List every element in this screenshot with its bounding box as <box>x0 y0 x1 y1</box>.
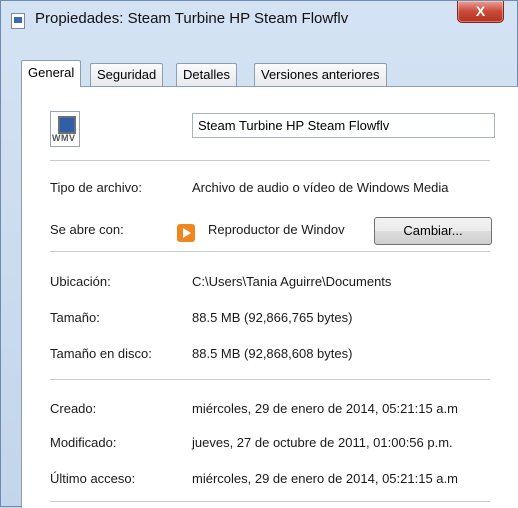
opens-with-value: Reproductor de Windov <box>208 222 345 237</box>
wmv-icon-label: WMV <box>52 133 76 143</box>
properties-window: Propiedades: Steam Turbine HP Steam Flow… <box>0 0 518 508</box>
accessed-label: Último acceso: <box>50 471 136 486</box>
media-player-icon <box>177 224 195 242</box>
general-tab-panel: WMV Steam Turbine HP Steam Flowflv Tipo … <box>21 86 518 508</box>
location-value: C:\Users\Tania Aguirre\Documents <box>192 274 392 289</box>
size-label: Tamaño: <box>50 310 100 325</box>
wmv-file-icon: WMV <box>50 111 80 147</box>
tab-versiones-anteriores[interactable]: Versiones anteriores <box>254 63 387 86</box>
accessed-value: miércoles, 29 de enero de 2014, 05:21:15… <box>192 471 458 486</box>
change-button[interactable]: Cambiar... <box>374 217 492 245</box>
size-on-disk-value: 88.5 MB (92,868,608 bytes) <box>192 346 353 361</box>
created-value: miércoles, 29 de enero de 2014, 05:21:15… <box>192 401 458 416</box>
size-value: 88.5 MB (92,866,765 bytes) <box>192 310 353 325</box>
opens-with-label: Se abre con: <box>50 222 124 237</box>
modified-value: jueves, 27 de octubre de 2011, 01:00:56 … <box>192 435 453 450</box>
location-label: Ubicación: <box>50 274 111 289</box>
created-label: Creado: <box>50 401 97 416</box>
size-on-disk-label: Tamaño en disco: <box>50 346 152 361</box>
tab-seguridad[interactable]: Seguridad <box>90 63 164 86</box>
tab-detalles[interactable]: Detalles <box>176 63 237 86</box>
file-properties-icon <box>11 13 25 29</box>
file-type-value: Archivo de audio o vídeo de Windows Medi… <box>192 180 449 195</box>
title-bar[interactable]: Propiedades: Steam Turbine HP Steam Flow… <box>1 1 518 37</box>
separator <box>50 160 490 161</box>
file-type-label: Tipo de archivo: <box>50 180 143 195</box>
close-button[interactable]: X <box>457 1 504 23</box>
separator <box>50 379 490 380</box>
separator <box>50 501 490 502</box>
modified-label: Modificado: <box>50 435 117 450</box>
file-name-field[interactable]: Steam Turbine HP Steam Flowflv <box>192 113 495 138</box>
tab-general[interactable]: General <box>21 60 82 87</box>
window-title: Propiedades: Steam Turbine HP Steam Flow… <box>35 10 349 27</box>
separator <box>50 251 490 252</box>
